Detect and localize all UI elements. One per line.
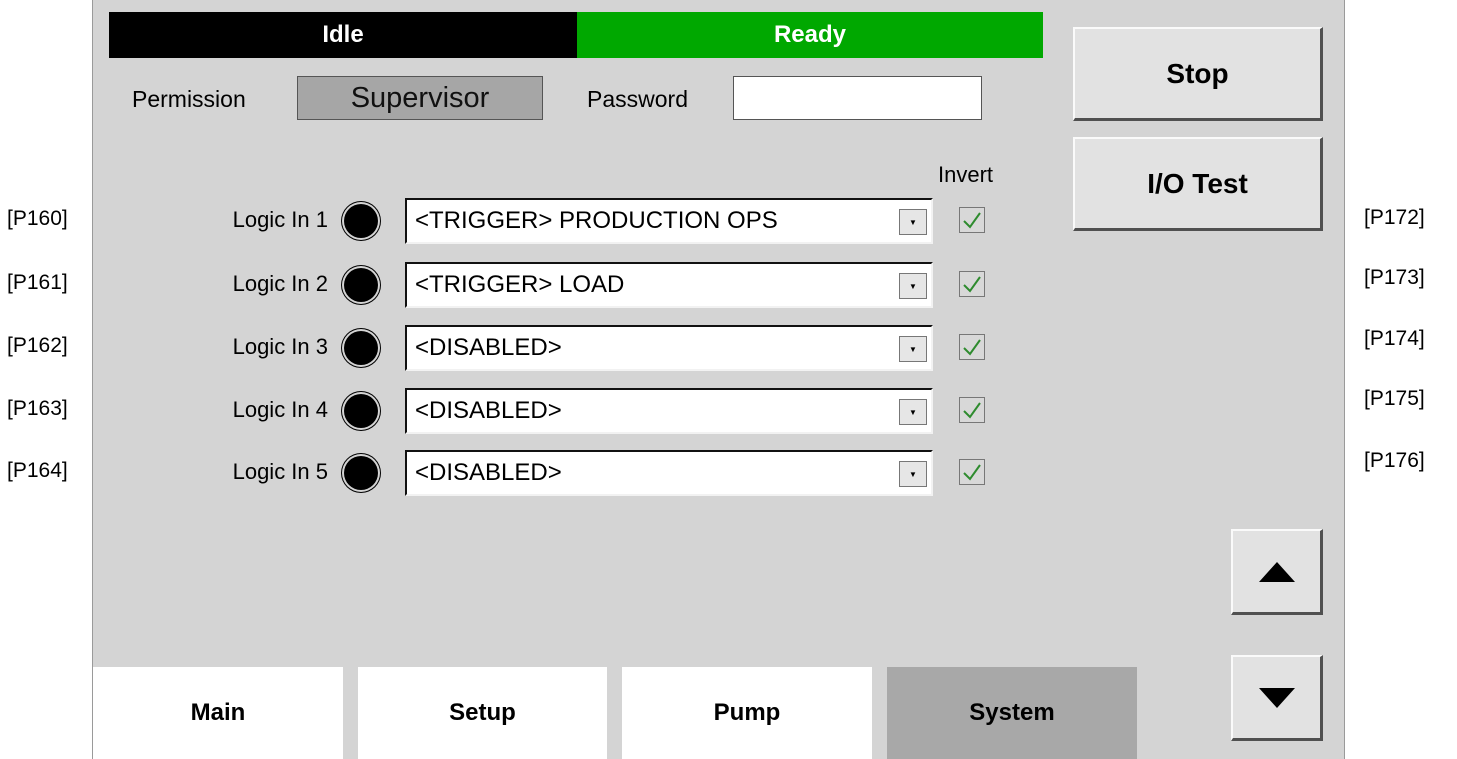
logic-in-label: Logic In 2 (232, 271, 328, 296)
permission-label: Permission (132, 86, 246, 112)
dropdown-arrow-icon[interactable]: ▼ (899, 461, 927, 487)
param-tag-left: [P160] (7, 207, 68, 230)
checkmark-icon (963, 212, 981, 229)
logic-in-label: Logic In 4 (232, 397, 328, 422)
dropdown-arrow-icon[interactable]: ▼ (899, 336, 927, 362)
param-tag-right: [P176] (1364, 449, 1425, 472)
tab-setup-label: Setup (449, 699, 516, 726)
checkmark-icon (963, 339, 981, 356)
status-ready-text: Ready (773, 21, 847, 48)
checkmark-icon (963, 464, 981, 481)
logic-in-select-value: <DISABLED> (415, 397, 562, 424)
stop-button[interactable]: Stop (1073, 27, 1323, 121)
status-ready: Ready (577, 12, 1043, 58)
param-tag-right: [P172] (1364, 206, 1425, 229)
scroll-up-button[interactable] (1231, 529, 1323, 615)
dropdown-arrow-icon[interactable]: ▼ (899, 399, 927, 425)
logic-in-select-value: <TRIGGER> LOAD (415, 271, 625, 298)
tab-system[interactable]: System (887, 667, 1137, 759)
param-tag-left: [P162] (7, 334, 68, 357)
tab-main-label: Main (190, 699, 246, 726)
invert-checkbox[interactable] (959, 459, 985, 485)
tab-system-label: System (969, 699, 1055, 726)
param-tag-left: [P161] (7, 271, 68, 294)
scroll-down-button[interactable] (1231, 655, 1323, 741)
stop-button-label: Stop (1166, 57, 1229, 89)
invert-checkbox[interactable] (959, 397, 985, 423)
io-test-button-label: I/O Test (1147, 167, 1248, 199)
logic-in-led (344, 394, 378, 428)
param-tag-left: [P163] (7, 397, 68, 420)
invert-header: Invert (938, 162, 994, 187)
param-tag-right: [P173] (1364, 266, 1425, 289)
logic-in-select-value: <DISABLED> (415, 334, 562, 361)
triangle-down-icon (1258, 687, 1295, 708)
tab-setup[interactable]: Setup (358, 667, 607, 759)
invert-checkbox[interactable] (959, 271, 985, 297)
tab-pump-label: Pump (713, 699, 781, 726)
logic-in-label: Logic In 5 (232, 459, 328, 484)
tab-main[interactable]: Main (93, 667, 343, 759)
password-label: Password (587, 86, 688, 112)
logic-in-led (344, 456, 378, 490)
password-input[interactable] (733, 76, 982, 120)
status-idle: Idle (109, 12, 577, 58)
triangle-up-icon (1258, 561, 1295, 582)
checkmark-icon (963, 402, 981, 419)
status-idle-text: Idle (322, 21, 364, 48)
permission-value: Supervisor (297, 76, 543, 120)
dropdown-arrow-icon[interactable]: ▼ (899, 273, 927, 299)
logic-in-select[interactable]: <DISABLED> ▼ (405, 325, 933, 371)
logic-in-select[interactable]: <TRIGGER> LOAD ▼ (405, 262, 933, 308)
logic-in-select[interactable]: <TRIGGER> PRODUCTION OPS ▼ (405, 198, 933, 244)
param-tag-right: [P174] (1364, 327, 1425, 350)
logic-in-select-value: <DISABLED> (415, 459, 562, 486)
logic-in-label: Logic In 1 (232, 207, 328, 232)
dropdown-arrow-icon[interactable]: ▼ (899, 209, 927, 235)
invert-checkbox[interactable] (959, 334, 985, 360)
logic-in-led (344, 204, 378, 238)
logic-in-select[interactable]: <DISABLED> ▼ (405, 450, 933, 496)
logic-in-led (344, 331, 378, 365)
permission-value-text: Supervisor (350, 81, 490, 114)
tab-pump[interactable]: Pump (622, 667, 872, 759)
param-tag-right: [P175] (1364, 387, 1425, 410)
checkmark-icon (963, 276, 981, 293)
logic-in-led (344, 268, 378, 302)
logic-in-select[interactable]: <DISABLED> ▼ (405, 388, 933, 434)
io-test-button[interactable]: I/O Test (1073, 137, 1323, 231)
logic-in-select-value: <TRIGGER> PRODUCTION OPS (415, 207, 778, 234)
param-tag-left: [P164] (7, 459, 68, 482)
logic-in-label: Logic In 3 (232, 334, 328, 359)
invert-checkbox[interactable] (959, 207, 985, 233)
